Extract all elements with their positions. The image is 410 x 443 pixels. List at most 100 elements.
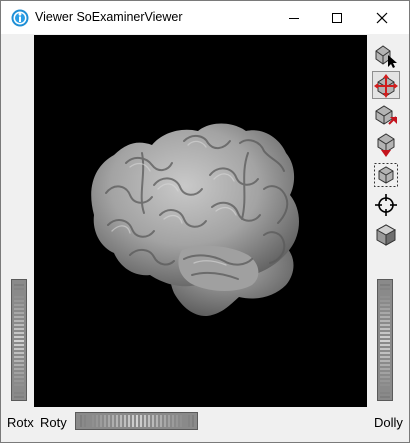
brain-model	[91, 123, 299, 317]
title-bar[interactable]: Viewer SoExaminerViewer	[1, 1, 409, 34]
thumbwheel-groove	[14, 312, 24, 314]
thumbwheel-groove	[160, 415, 162, 427]
thumbwheel-groove	[14, 364, 24, 366]
minimize-button[interactable]	[271, 1, 317, 34]
thumbwheel-groove	[380, 364, 390, 366]
thumbwheel-groove	[380, 348, 390, 350]
thumbwheel-groove	[168, 415, 170, 427]
thumbwheel-groove	[14, 388, 24, 390]
thumbwheel-groove	[120, 415, 122, 427]
thumbwheel-groove	[380, 376, 390, 378]
close-icon	[376, 12, 388, 23]
rotx-thumbwheel[interactable]	[11, 279, 27, 401]
thumbwheel-groove	[380, 328, 390, 330]
thumbwheel-groove	[140, 415, 142, 427]
cube-icon	[375, 224, 397, 246]
roty-thumbwheel[interactable]	[75, 412, 198, 430]
thumbwheel-groove	[380, 300, 390, 302]
dolly-thumbwheel[interactable]	[377, 279, 393, 401]
thumbwheel-groove	[380, 296, 390, 298]
thumbwheel-groove	[14, 392, 24, 394]
thumbwheel-groove	[380, 384, 390, 386]
thumbwheel-groove	[156, 415, 158, 427]
thumbwheel-groove	[380, 368, 390, 370]
seek-button[interactable]	[372, 191, 400, 219]
dolly-label: Dolly	[374, 415, 403, 430]
minimize-icon	[289, 17, 299, 19]
thumbwheel-groove	[380, 396, 390, 398]
thumbwheel-groove	[14, 352, 24, 354]
render-viewport[interactable]	[34, 35, 367, 407]
thumbwheel-groove	[88, 415, 90, 427]
app-icon	[11, 9, 29, 27]
thumbwheel-groove	[14, 288, 24, 290]
thumbwheel-groove	[92, 415, 94, 427]
close-button[interactable]	[359, 1, 405, 34]
thumbwheel-groove	[84, 415, 86, 427]
thumbwheel-groove	[144, 415, 146, 427]
thumbwheel-groove	[380, 388, 390, 390]
maximize-icon	[332, 12, 342, 23]
thumbwheel-groove	[176, 415, 178, 427]
thumbwheel-grooves	[380, 284, 390, 398]
thumbwheel-groove	[380, 356, 390, 358]
thumbwheel-groove	[14, 340, 24, 342]
thumbwheel-groove	[14, 396, 24, 398]
thumbwheel-groove	[380, 304, 390, 306]
thumbwheel-groove	[14, 348, 24, 350]
crosshair-icon	[375, 194, 397, 216]
thumbwheel-groove	[380, 344, 390, 346]
thumbwheel-groove	[14, 368, 24, 370]
thumbwheel-groove	[380, 288, 390, 290]
thumbwheel-groove	[380, 292, 390, 294]
thumbwheel-groove	[96, 415, 98, 427]
thumbwheel-groove	[80, 415, 82, 427]
thumbwheel-grooves	[80, 415, 194, 427]
thumbwheel-groove	[380, 312, 390, 314]
view-mode-button[interactable]	[372, 71, 400, 99]
maximize-button[interactable]	[314, 1, 360, 34]
home-icon	[375, 105, 397, 125]
thumbwheel-groove	[152, 415, 154, 427]
projection-button[interactable]	[372, 221, 400, 249]
thumbwheel-grooves	[14, 284, 24, 398]
view-all-button[interactable]	[372, 161, 400, 189]
arrow-pointer-icon	[375, 45, 397, 68]
thumbwheel-groove	[14, 316, 24, 318]
thumbwheel-groove	[380, 320, 390, 322]
thumbwheel-groove	[184, 415, 186, 427]
thumbwheel-groove	[172, 415, 174, 427]
thumbwheel-groove	[14, 376, 24, 378]
pick-mode-button[interactable]	[372, 41, 400, 69]
thumbwheel-groove	[14, 380, 24, 382]
thumbwheel-groove	[380, 352, 390, 354]
thumbwheel-groove	[104, 415, 106, 427]
thumbwheel-groove	[188, 415, 190, 427]
thumbwheel-groove	[14, 344, 24, 346]
rotate-hand-icon	[374, 74, 398, 98]
thumbwheel-groove	[380, 340, 390, 342]
thumbwheel-groove	[112, 415, 114, 427]
thumbwheel-groove	[14, 336, 24, 338]
set-home-button[interactable]	[372, 131, 400, 159]
home-button[interactable]	[372, 101, 400, 129]
thumbwheel-groove	[380, 316, 390, 318]
thumbwheel-groove	[14, 320, 24, 322]
thumbwheel-groove	[14, 292, 24, 294]
roty-label: Roty	[40, 415, 67, 430]
view-all-icon	[374, 163, 398, 187]
thumbwheel-groove	[14, 300, 24, 302]
thumbwheel-groove	[380, 392, 390, 394]
thumbwheel-groove	[14, 332, 24, 334]
thumbwheel-groove	[14, 328, 24, 330]
thumbwheel-groove	[380, 380, 390, 382]
viewer-window: Viewer SoExaminerViewer Rotx Roty Dolly	[0, 0, 410, 443]
thumbwheel-groove	[380, 336, 390, 338]
thumbwheel-groove	[14, 372, 24, 374]
thumbwheel-groove	[180, 415, 182, 427]
thumbwheel-groove	[136, 415, 138, 427]
thumbwheel-groove	[14, 356, 24, 358]
thumbwheel-groove	[380, 360, 390, 362]
rotx-label: Rotx	[7, 415, 34, 430]
thumbwheel-groove	[380, 324, 390, 326]
